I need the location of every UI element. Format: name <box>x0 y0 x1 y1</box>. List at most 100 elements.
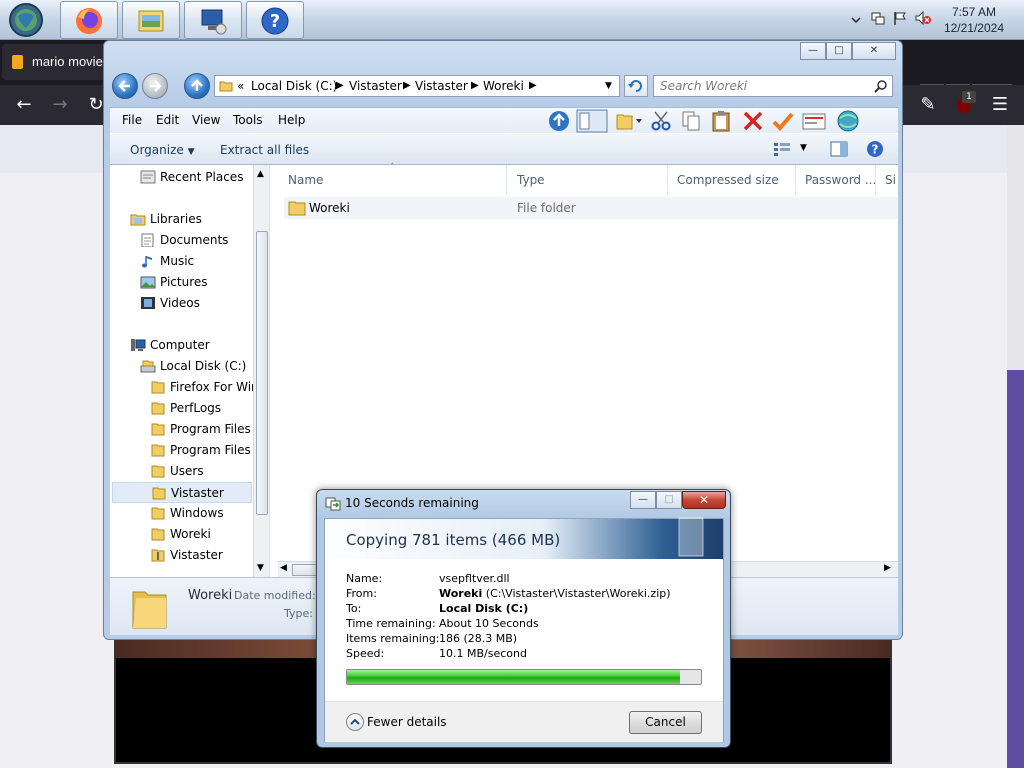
nav-pictures[interactable]: Pictures <box>140 272 250 293</box>
breadcrumb-item[interactable]: Vistaster <box>415 76 468 96</box>
nav-folder[interactable]: Users <box>150 461 250 482</box>
back-button[interactable] <box>112 73 138 99</box>
properties-icon[interactable] <box>802 111 826 131</box>
up-folder-icon[interactable] <box>548 110 570 132</box>
breadcrumb-separator-icon[interactable]: ▶ <box>336 76 344 96</box>
nav-computer[interactable]: Computer <box>130 335 250 356</box>
browser-tab[interactable]: mario movie <box>2 44 106 80</box>
move-to-folder-icon[interactable] <box>616 111 642 131</box>
nav-folder[interactable]: PerfLogs <box>150 398 250 419</box>
column-divider[interactable] <box>875 165 876 195</box>
nav-folder[interactable]: Firefox For Win <box>150 377 259 398</box>
maximize-button[interactable]: □ <box>826 42 852 60</box>
nav-recent-places[interactable]: Recent Places <box>140 167 250 188</box>
nav-folder[interactable]: Windows <box>150 503 250 524</box>
page-scrollbar-thumb[interactable] <box>1007 370 1024 768</box>
cancel-button[interactable]: Cancel <box>629 711 702 734</box>
help-icon[interactable]: ? <box>866 140 884 158</box>
copy-icon[interactable] <box>680 110 702 132</box>
refresh-button[interactable] <box>624 75 648 97</box>
breadcrumb-item[interactable]: Local Disk (C:) <box>251 76 337 96</box>
menu-edit[interactable]: Edit <box>156 113 179 127</box>
column-divider[interactable] <box>795 165 796 195</box>
nav-libraries[interactable]: Libraries <box>130 209 250 230</box>
column-divider[interactable] <box>667 165 668 195</box>
row-value[interactable]: Woreki (C:\Vistaster\Vistaster\Woreki.zi… <box>439 586 671 601</box>
nav-videos[interactable]: Videos <box>140 293 250 314</box>
address-bar[interactable]: « Local Disk (C:) ▶ Vistaster ▶ Vistaste… <box>214 75 620 97</box>
cut-icon[interactable] <box>650 110 672 132</box>
back-icon[interactable]: ← <box>14 95 34 115</box>
nav-documents[interactable]: Documents <box>140 230 250 251</box>
network-tray-icon[interactable] <box>870 10 886 26</box>
search-input[interactable]: Search Woreki <box>653 75 893 97</box>
fewer-details-button[interactable]: Fewer details <box>346 712 447 732</box>
taskbar-help-button[interactable]: ? <box>246 1 304 39</box>
breadcrumb-separator-icon[interactable]: ▶ <box>403 76 411 96</box>
nav-label: Firefox For Win <box>170 380 259 394</box>
minimize-button[interactable]: — <box>800 42 826 60</box>
column-header-compressed-size[interactable]: Compressed size <box>677 173 779 187</box>
nav-folder[interactable]: Vistaster <box>150 545 250 566</box>
nav-local-disk[interactable]: Local Disk (C:) <box>140 356 250 377</box>
view-options-icon[interactable] <box>773 142 791 156</box>
paste-icon[interactable] <box>710 110 732 132</box>
menu-tools[interactable]: Tools <box>233 113 263 127</box>
forward-button[interactable] <box>142 73 168 99</box>
address-dropdown-icon[interactable]: ▼ <box>605 76 612 96</box>
scroll-up-icon[interactable]: ▲ <box>257 169 264 179</box>
nav-folder[interactable]: Program Files <box>150 419 251 440</box>
breadcrumb-overflow[interactable]: « <box>237 76 244 96</box>
nav-scrollbar[interactable]: ▲ ▼ <box>253 165 269 577</box>
chevron-up-icon[interactable] <box>850 14 862 26</box>
taskbar-network-button[interactable] <box>184 1 242 39</box>
breadcrumb-separator-icon[interactable]: ▶ <box>529 76 537 96</box>
breadcrumb-separator-icon[interactable]: ▶ <box>471 76 479 96</box>
menu-file[interactable]: File <box>122 113 142 127</box>
file-row[interactable]: Woreki File folder <box>284 197 898 219</box>
up-button[interactable] <box>184 73 210 99</box>
start-button[interactable] <box>6 2 46 38</box>
nav-folder[interactable]: Woreki <box>150 524 250 545</box>
volume-muted-icon[interactable] <box>914 10 932 26</box>
forward-arrow-icon <box>150 80 162 92</box>
clock[interactable]: 7:57 AM 12/21/2024 <box>944 4 1004 36</box>
nav-music[interactable]: Music <box>140 251 250 272</box>
extract-all-button[interactable]: Extract all files <box>220 143 309 157</box>
menu-view[interactable]: View <box>192 113 220 127</box>
search-icon[interactable] <box>874 79 888 93</box>
nav-folder-selected[interactable]: Vistaster <box>112 482 252 503</box>
scroll-left-icon[interactable]: ◀ <box>280 563 287 573</box>
extensions-icon[interactable]: ✎ <box>918 95 938 115</box>
dialog-minimize-button[interactable]: — <box>630 491 656 509</box>
view-dropdown-icon[interactable]: ▼ <box>800 143 807 153</box>
breadcrumb-item[interactable]: Woreki <box>483 76 524 96</box>
checkmark-icon[interactable] <box>772 110 794 132</box>
row-value[interactable]: Local Disk (C:) <box>439 601 528 616</box>
scroll-right-icon[interactable]: ▶ <box>884 563 891 573</box>
delete-icon[interactable] <box>742 110 764 132</box>
scroll-down-icon[interactable]: ▼ <box>257 563 264 573</box>
dialog-close-button[interactable]: ✕ <box>682 491 726 509</box>
globe-icon[interactable] <box>836 110 860 132</box>
nav-label: PerfLogs <box>170 401 222 415</box>
preview-pane-icon[interactable] <box>830 141 848 157</box>
breadcrumb-item[interactable]: Vistaster <box>349 76 402 96</box>
dialog-maximize-button[interactable]: □ <box>656 491 682 509</box>
forward-icon[interactable]: → <box>50 95 70 115</box>
column-header-name[interactable]: Name <box>288 173 323 187</box>
menu-icon[interactable]: ☰ <box>990 95 1010 115</box>
close-button[interactable]: ✕ <box>852 42 896 60</box>
taskbar-explorer-button[interactable] <box>122 1 180 39</box>
menu-help[interactable]: Help <box>278 113 305 127</box>
nav-scrollbar-thumb[interactable] <box>256 231 268 515</box>
column-header-password[interactable]: Password ... <box>805 173 876 187</box>
nav-folder[interactable]: Program Files ( <box>150 440 259 461</box>
organize-button[interactable]: Organize ▼ <box>130 143 195 157</box>
folders-pane-icon[interactable] <box>576 109 608 133</box>
column-header-type[interactable]: Type <box>517 173 545 187</box>
column-divider[interactable] <box>506 165 507 195</box>
flag-icon[interactable] <box>892 10 908 26</box>
taskbar-firefox-button[interactable] <box>60 1 118 39</box>
column-header-size[interactable]: Si <box>885 173 896 187</box>
